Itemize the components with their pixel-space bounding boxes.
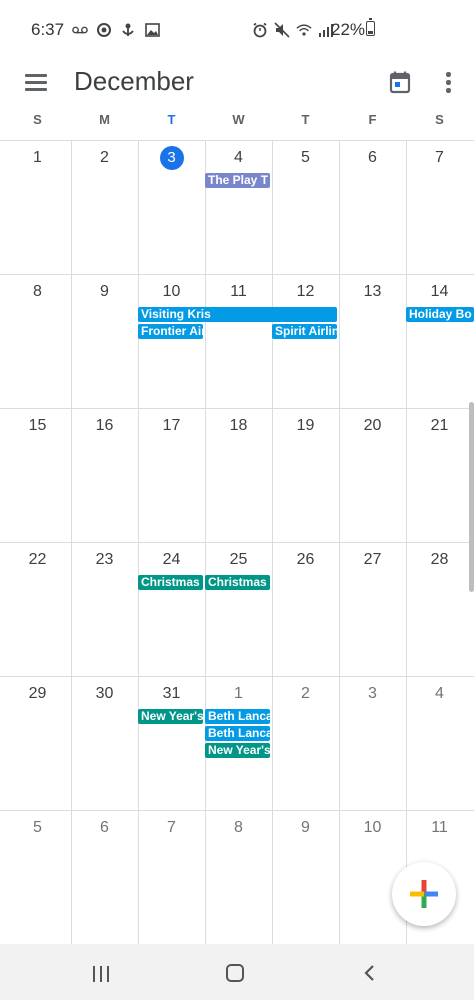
event-chip[interactable]: Holiday Bo [406,307,474,322]
day-number[interactable]: 19 [272,417,339,435]
day-number[interactable]: 4 [205,149,272,167]
day-number[interactable]: 14 [406,283,473,301]
weekday-label: W [232,112,245,127]
voicemail-icon [72,22,88,38]
day-number[interactable]: 8 [4,283,71,301]
month-title[interactable]: December [74,66,194,97]
day-number[interactable]: 4 [406,685,473,703]
day-number[interactable]: 31 [138,685,205,703]
event-chip[interactable]: Christmas [138,575,203,590]
status-bar: 6:37 22% [0,0,474,60]
day-number[interactable]: 11 [205,283,272,301]
system-nav-bar [0,944,474,1000]
create-event-button[interactable] [392,862,456,926]
day-number[interactable]: 13 [339,283,406,301]
event-chip[interactable]: The Play T [205,173,270,188]
weekday-label: S [33,112,42,127]
event-chip[interactable]: New Year's [138,709,203,724]
day-number[interactable]: 7 [406,149,473,167]
more-vert-icon[interactable] [438,70,458,94]
wifi-icon [296,22,312,38]
weekday-label: S [435,112,444,127]
status-left-icons [72,20,160,40]
calendar-today-icon[interactable] [388,70,412,94]
day-number[interactable]: 17 [138,417,205,435]
app-bar: December [0,60,474,104]
battery-percentage: 22% [331,20,366,39]
day-number[interactable]: 1 [205,685,272,703]
day-number[interactable]: 25 [205,551,272,569]
day-number[interactable]: 28 [406,551,473,569]
alarm-icon [252,22,268,38]
sync-icon [96,22,112,38]
day-number[interactable]: 21 [406,417,473,435]
menu-icon[interactable] [25,72,49,92]
event-chip[interactable]: Visiting Kris [138,307,337,322]
day-number[interactable]: 22 [4,551,71,569]
recents-icon[interactable] [93,966,111,982]
day-number[interactable]: 23 [71,551,138,569]
month-grid: 1 2 3 4 5 6 7 8 9 10 11 12 13 14 15 16 17 18 19 20 21 22 23 24 2… [0,140,474,945]
day-number[interactable]: 2 [272,685,339,703]
scrollbar[interactable] [469,402,474,592]
day-number[interactable]: 16 [71,417,138,435]
mute-icon [274,22,290,38]
weekday-label: M [99,112,110,127]
image-icon [144,22,160,38]
day-number[interactable]: 24 [138,551,205,569]
event-chip[interactable]: New Year's [205,743,270,758]
day-number[interactable]: 7 [138,819,205,837]
home-icon[interactable] [226,964,244,982]
day-number[interactable]: 30 [71,685,138,703]
event-chip[interactable]: Beth Lanca [205,709,270,724]
day-number[interactable]: 9 [272,819,339,837]
event-chip[interactable]: Christmas [205,575,270,590]
day-number[interactable]: 6 [339,149,406,167]
weekday-label: F [368,112,377,127]
today-date[interactable]: 3 [159,146,184,170]
day-number[interactable]: 3 [339,685,406,703]
day-number[interactable]: 15 [4,417,71,435]
day-number[interactable]: 2 [71,149,138,167]
event-chip[interactable]: Beth Lanca [205,726,270,741]
day-number[interactable]: 6 [71,819,138,837]
day-number[interactable]: 27 [339,551,406,569]
day-number[interactable]: 12 [272,283,339,301]
event-chip[interactable]: Spirit Airlin [272,324,337,339]
day-number[interactable]: 5 [272,149,339,167]
day-number[interactable]: 18 [205,417,272,435]
day-number[interactable]: 8 [205,819,272,837]
status-right-icons [252,20,334,40]
day-number[interactable]: 20 [339,417,406,435]
day-number[interactable]: 5 [4,819,71,837]
day-number[interactable]: 11 [406,819,473,837]
weekday-label: T [301,112,310,127]
add-icon [410,880,438,908]
weekday-label: T [167,112,176,127]
battery-icon [366,18,375,36]
day-number[interactable]: 1 [4,149,71,167]
event-chip[interactable]: Frontier Air [138,324,203,339]
usb-icon [120,22,136,38]
day-number[interactable]: 9 [71,283,138,301]
weekday-header: SMTWTFS [0,112,474,136]
day-number[interactable]: 10 [138,283,205,301]
day-number[interactable]: 29 [4,685,71,703]
back-icon[interactable] [360,964,378,982]
day-number[interactable]: 26 [272,551,339,569]
status-time: 6:37 [31,20,65,39]
day-number[interactable]: 10 [339,819,406,837]
